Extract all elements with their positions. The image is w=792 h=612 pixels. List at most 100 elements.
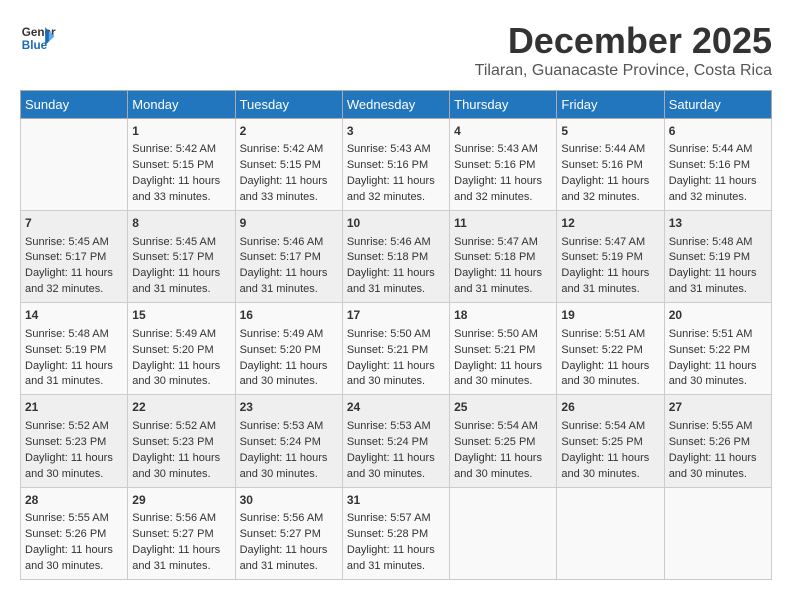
day-number: 6	[669, 123, 767, 140]
day-info: Sunrise: 5:52 AM	[132, 419, 230, 435]
day-info: Sunset: 5:25 PM	[561, 435, 659, 451]
day-info: Sunrise: 5:47 AM	[454, 235, 552, 251]
day-number: 25	[454, 399, 552, 416]
day-number: 17	[347, 307, 445, 324]
day-number: 14	[25, 307, 123, 324]
calendar-header-friday: Friday	[557, 91, 664, 119]
day-info: Sunset: 5:15 PM	[132, 158, 230, 174]
day-info: and 32 minutes.	[561, 190, 659, 206]
day-info: Daylight: 11 hours	[347, 359, 445, 375]
day-info: Sunrise: 5:51 AM	[669, 327, 767, 343]
calendar-cell: 6Sunrise: 5:44 AMSunset: 5:16 PMDaylight…	[664, 119, 771, 211]
day-info: and 30 minutes.	[669, 374, 767, 390]
calendar-header-row: SundayMondayTuesdayWednesdayThursdayFrid…	[21, 91, 772, 119]
calendar-cell: 10Sunrise: 5:46 AMSunset: 5:18 PMDayligh…	[342, 211, 449, 303]
calendar-cell: 19Sunrise: 5:51 AMSunset: 5:22 PMDayligh…	[557, 303, 664, 395]
day-number: 12	[561, 215, 659, 232]
calendar-cell: 16Sunrise: 5:49 AMSunset: 5:20 PMDayligh…	[235, 303, 342, 395]
day-info: Sunrise: 5:43 AM	[454, 142, 552, 158]
day-info: Sunset: 5:23 PM	[25, 435, 123, 451]
day-info: Daylight: 11 hours	[240, 266, 338, 282]
day-info: Sunrise: 5:55 AM	[669, 419, 767, 435]
day-info: Sunrise: 5:47 AM	[561, 235, 659, 251]
day-info: Sunrise: 5:44 AM	[561, 142, 659, 158]
day-number: 18	[454, 307, 552, 324]
day-info: Daylight: 11 hours	[454, 451, 552, 467]
calendar-cell: 26Sunrise: 5:54 AMSunset: 5:25 PMDayligh…	[557, 395, 664, 487]
calendar-cell: 15Sunrise: 5:49 AMSunset: 5:20 PMDayligh…	[128, 303, 235, 395]
day-number: 9	[240, 215, 338, 232]
day-info: and 32 minutes.	[347, 190, 445, 206]
day-info: Daylight: 11 hours	[25, 451, 123, 467]
day-number: 1	[132, 123, 230, 140]
day-info: Sunrise: 5:55 AM	[25, 511, 123, 527]
day-number: 4	[454, 123, 552, 140]
title-area: December 2025 Tilaran, Guanacaste Provin…	[475, 20, 772, 80]
day-number: 20	[669, 307, 767, 324]
day-info: Sunset: 5:23 PM	[132, 435, 230, 451]
calendar-cell: 24Sunrise: 5:53 AMSunset: 5:24 PMDayligh…	[342, 395, 449, 487]
calendar-body: 1Sunrise: 5:42 AMSunset: 5:15 PMDaylight…	[21, 119, 772, 580]
day-info: Sunset: 5:15 PM	[240, 158, 338, 174]
day-info: Sunset: 5:26 PM	[25, 527, 123, 543]
day-info: Daylight: 11 hours	[240, 174, 338, 190]
day-info: and 32 minutes.	[454, 190, 552, 206]
day-number: 28	[25, 492, 123, 509]
day-info: and 30 minutes.	[25, 559, 123, 575]
calendar-cell: 21Sunrise: 5:52 AMSunset: 5:23 PMDayligh…	[21, 395, 128, 487]
calendar-cell: 22 Sunrise: 5:52 AMSunset: 5:23 PMDayligh…	[128, 395, 235, 487]
day-info: Sunset: 5:18 PM	[454, 250, 552, 266]
day-info: Sunset: 5:16 PM	[454, 158, 552, 174]
day-number: 29	[132, 492, 230, 509]
calendar-cell: 30Sunrise: 5:56 AMSunset: 5:27 PMDayligh…	[235, 487, 342, 579]
svg-text:Blue: Blue	[22, 39, 48, 52]
day-info: Sunrise: 5:48 AM	[669, 235, 767, 251]
calendar-cell: 9Sunrise: 5:46 AMSunset: 5:17 PMDaylight…	[235, 211, 342, 303]
calendar-cell: 18Sunrise: 5:50 AMSunset: 5:21 PMDayligh…	[450, 303, 557, 395]
day-info: Sunset: 5:17 PM	[25, 250, 123, 266]
day-info: Sunrise: 5:42 AM	[240, 142, 338, 158]
day-info: Daylight: 11 hours	[669, 359, 767, 375]
location-title: Tilaran, Guanacaste Province, Costa Rica	[475, 62, 772, 80]
calendar-week-1: 1Sunrise: 5:42 AMSunset: 5:15 PMDaylight…	[21, 119, 772, 211]
calendar-cell: 27Sunrise: 5:55 AMSunset: 5:26 PMDayligh…	[664, 395, 771, 487]
page-header: General Blue December 2025 Tilaran, Guan…	[20, 20, 772, 80]
day-number: 15	[132, 307, 230, 324]
calendar-cell: 11Sunrise: 5:47 AMSunset: 5:18 PMDayligh…	[450, 211, 557, 303]
day-info: Sunrise: 5:49 AM	[132, 327, 230, 343]
day-info: Sunrise: 5:50 AM	[454, 327, 552, 343]
day-info: Sunrise: 5:56 AM	[240, 511, 338, 527]
day-info: Sunrise: 5:57 AM	[347, 511, 445, 527]
day-info: Sunset: 5:16 PM	[561, 158, 659, 174]
day-info: Sunset: 5:19 PM	[561, 250, 659, 266]
day-info: Daylight: 11 hours	[454, 174, 552, 190]
day-info: Sunset: 5:19 PM	[669, 250, 767, 266]
calendar-cell	[557, 487, 664, 579]
day-number: 21	[25, 399, 123, 416]
day-info: and 31 minutes.	[561, 282, 659, 298]
day-number: 22	[132, 399, 230, 416]
calendar-header-thursday: Thursday	[450, 91, 557, 119]
day-info: Daylight: 11 hours	[347, 266, 445, 282]
day-info: Daylight: 11 hours	[132, 451, 230, 467]
day-info: Daylight: 11 hours	[561, 359, 659, 375]
day-number: 8	[132, 215, 230, 232]
day-info: and 30 minutes.	[240, 374, 338, 390]
day-info: Daylight: 11 hours	[454, 266, 552, 282]
calendar-cell: 28 Sunrise: 5:55 AMSunset: 5:26 PMDayligh…	[21, 487, 128, 579]
day-info: Sunset: 5:27 PM	[132, 527, 230, 543]
calendar-header-tuesday: Tuesday	[235, 91, 342, 119]
day-info: Daylight: 11 hours	[561, 451, 659, 467]
calendar-header-monday: Monday	[128, 91, 235, 119]
day-info: and 31 minutes.	[240, 282, 338, 298]
calendar-cell: 13Sunrise: 5:48 AMSunset: 5:19 PMDayligh…	[664, 211, 771, 303]
day-number: 2	[240, 123, 338, 140]
day-number: 26	[561, 399, 659, 416]
day-info: Daylight: 11 hours	[669, 451, 767, 467]
day-info: Sunrise: 5:45 AM	[25, 235, 123, 251]
day-info: Daylight: 11 hours	[25, 543, 123, 559]
day-number: 16	[240, 307, 338, 324]
day-number: 7	[25, 215, 123, 232]
day-info: and 30 minutes.	[132, 467, 230, 483]
day-info: Sunset: 5:25 PM	[454, 435, 552, 451]
